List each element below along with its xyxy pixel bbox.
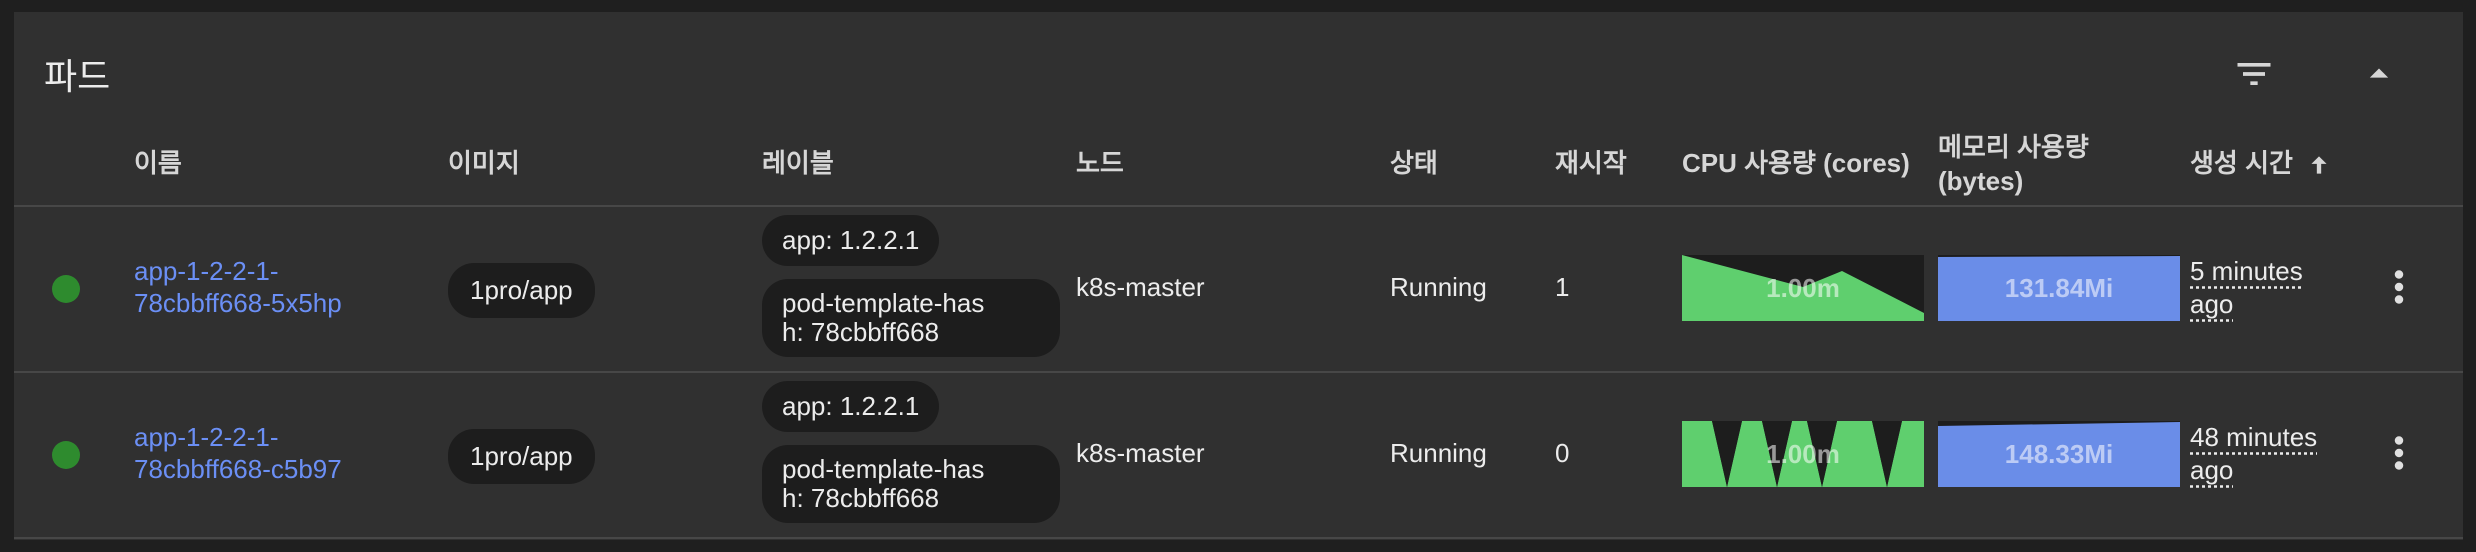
image-chip: 1pro/app: [448, 429, 595, 484]
pod-name-link[interactable]: app-1-2-2-1- 78cbbff668-5x5hp: [134, 255, 424, 319]
label-chip-app: app: 1.2.2.1: [762, 381, 940, 432]
label-chip-pod-template-hash: pod-template-has h: 78cbbff668: [762, 445, 1060, 523]
restart-count: 1: [1555, 272, 1570, 302]
table-header: 이름 이미지 레이블 노드 상태 재시작 CPU 사용량 (cores) 메모리…: [14, 12, 2463, 207]
pod-name-line2: 78cbbff668-5x5hp: [134, 288, 342, 318]
restart-count: 0: [1555, 438, 1570, 468]
column-header-memory-line2: (bytes): [1938, 166, 2024, 196]
label-chip-app: app: 1.2.2.1: [762, 215, 940, 266]
created-age[interactable]: 48 minutes ago: [2190, 421, 2317, 487]
cpu-usage-value: 1.00m: [1766, 272, 1840, 303]
created-age-line1: 48 minutes: [2190, 422, 2318, 452]
pod-name-line2: 78cbbff668-c5b97: [134, 454, 342, 484]
more-vert-icon[interactable]: [2384, 433, 2414, 473]
node-name[interactable]: k8s-master: [1076, 437, 1205, 469]
column-header-created[interactable]: 생성 시간: [2190, 146, 2332, 180]
table-row: app-1-2-2-1- 78cbbff668-5x5hp 1pro/app a…: [14, 207, 2463, 373]
pod-name-link[interactable]: app-1-2-2-1- 78cbbff668-c5b97: [134, 421, 424, 485]
label-chip-pod-template-hash: pod-template-has h: 78cbbff668: [762, 279, 1060, 357]
column-header-labels: 레이블: [762, 148, 834, 178]
cpu-usage-value: 1.00m: [1766, 438, 1840, 469]
table-row: app-1-2-2-1- 78cbbff668-c5b97 1pro/app a…: [14, 373, 2463, 539]
pod-status: Running: [1390, 438, 1487, 468]
pod-status: Running: [1390, 272, 1487, 302]
pod-name-line1: app-1-2-2-1-: [134, 256, 279, 286]
more-vert-icon[interactable]: [2384, 267, 2414, 307]
column-header-name[interactable]: 이름: [134, 146, 182, 180]
node-name[interactable]: k8s-master: [1076, 271, 1205, 303]
column-header-image: 이미지: [448, 148, 520, 178]
column-header-created-label: 생성 시간: [2190, 148, 2293, 178]
cpu-usage-sparkline: 1.00m: [1682, 421, 1924, 487]
created-age-line2: ago: [2190, 289, 2234, 319]
status-running-icon: [52, 275, 80, 303]
column-header-restarts[interactable]: 재시작: [1555, 146, 1627, 180]
created-age-line1: 5 minutes: [2190, 256, 2303, 286]
column-header-memory[interactable]: 메모리 사용량 (bytes): [1938, 130, 2089, 198]
cpu-usage-sparkline: 1.00m: [1682, 255, 1924, 321]
memory-usage-sparkline: 131.84Mi: [1938, 255, 2180, 321]
column-header-memory-line1: 메모리 사용량: [1938, 132, 2089, 162]
created-age-line2: ago: [2190, 455, 2234, 485]
column-header-cpu[interactable]: CPU 사용량 (cores): [1682, 146, 1910, 180]
memory-usage-sparkline: 148.33Mi: [1938, 421, 2180, 487]
memory-usage-value: 131.84Mi: [2004, 272, 2114, 303]
image-chip: 1pro/app: [448, 263, 595, 318]
pods-card: 파드 이름 이미지 레이블 노드 상태 재시작 CPU 사용량 (cores) …: [14, 12, 2463, 540]
arrow-up-icon: [2311, 156, 2327, 174]
column-header-status[interactable]: 상태: [1390, 146, 1438, 180]
column-header-node[interactable]: 노드: [1076, 146, 1124, 180]
created-age[interactable]: 5 minutes ago: [2190, 255, 2303, 321]
memory-usage-value: 148.33Mi: [2004, 438, 2114, 469]
status-running-icon: [52, 441, 80, 469]
pod-name-line1: app-1-2-2-1-: [134, 422, 279, 452]
